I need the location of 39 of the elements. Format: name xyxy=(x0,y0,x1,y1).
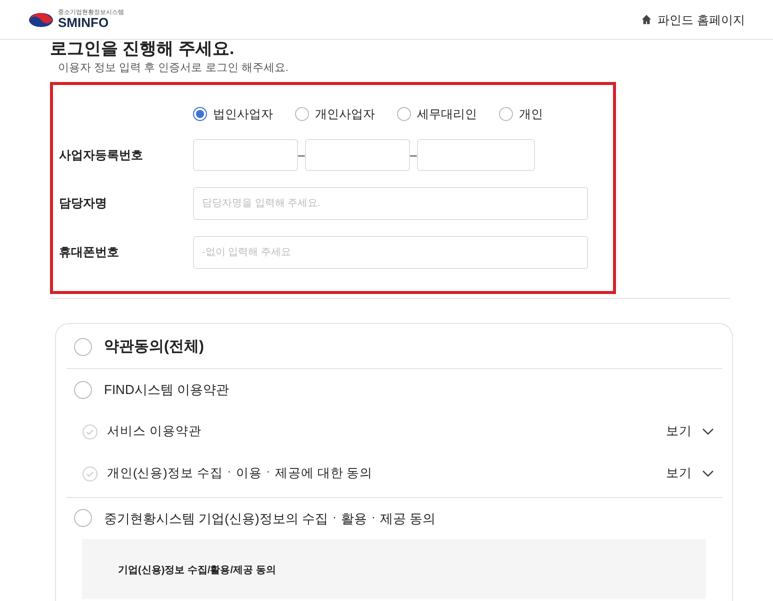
view-button[interactable]: 보기 xyxy=(666,464,714,483)
input-field[interactable]: -없이 입력해 주세요 xyxy=(193,236,588,268)
home-icon xyxy=(640,14,652,25)
radio-button[interactable] xyxy=(74,338,92,356)
dash-separator: – xyxy=(410,146,417,164)
home-link[interactable]: 파인드 홈페이지 xyxy=(640,10,745,28)
input-field[interactable] xyxy=(193,138,298,170)
check-circle-icon[interactable] xyxy=(82,466,98,482)
terms-all-label: 약관동의(전체) xyxy=(104,336,204,356)
view-button[interactable]: 보기 xyxy=(666,422,714,441)
page-title: 로그인을 진행해 주세요. xyxy=(50,40,236,57)
field-label: 휴대폰번호 xyxy=(59,244,120,261)
radio-label: 개인 xyxy=(519,106,543,122)
terms-group-label: 중기현황시스템 기업(신용)정보의 수집ㆍ활용ㆍ제공 동의 xyxy=(104,510,436,528)
input-field[interactable] xyxy=(417,138,535,170)
field-label: 사업자등록번호 xyxy=(59,146,144,164)
field-label: 담당자명 xyxy=(59,195,108,212)
radio-label: 세무대리인 xyxy=(417,106,477,122)
radio-button[interactable] xyxy=(193,106,207,120)
logo-text: SMINFO xyxy=(58,16,110,29)
radio-label: 개인사업자 xyxy=(315,106,375,122)
page-subtitle: 이용자 정보 입력 후 인증서로 로그인 해주세요. xyxy=(58,61,290,76)
chevron-down-icon xyxy=(702,428,714,436)
radio-button[interactable] xyxy=(499,106,513,120)
dash-separator: – xyxy=(298,146,305,164)
terms-item-label: 개인(신용)정보 수집ㆍ이용ㆍ제공에 대한 동의 xyxy=(107,465,373,482)
radio-button[interactable] xyxy=(74,380,92,399)
check-circle-icon[interactable] xyxy=(82,424,98,440)
terms-group-label: FIND시스템 이용약관 xyxy=(104,381,229,399)
radio-button[interactable] xyxy=(74,509,92,528)
terms-detail-title: 기업(신용)정보 수집/활용/제공 동의 xyxy=(118,565,276,576)
radio-label: 법인사업자 xyxy=(213,106,273,122)
logo-icon xyxy=(28,12,54,28)
input-field[interactable] xyxy=(305,138,410,170)
input-field[interactable]: 담당자명을 입력해 주세요. xyxy=(193,186,588,220)
terms-item-label: 서비스 이용약관 xyxy=(107,423,202,440)
radio-button[interactable] xyxy=(295,106,309,120)
chevron-down-icon xyxy=(702,470,714,478)
radio-button[interactable] xyxy=(397,106,411,120)
